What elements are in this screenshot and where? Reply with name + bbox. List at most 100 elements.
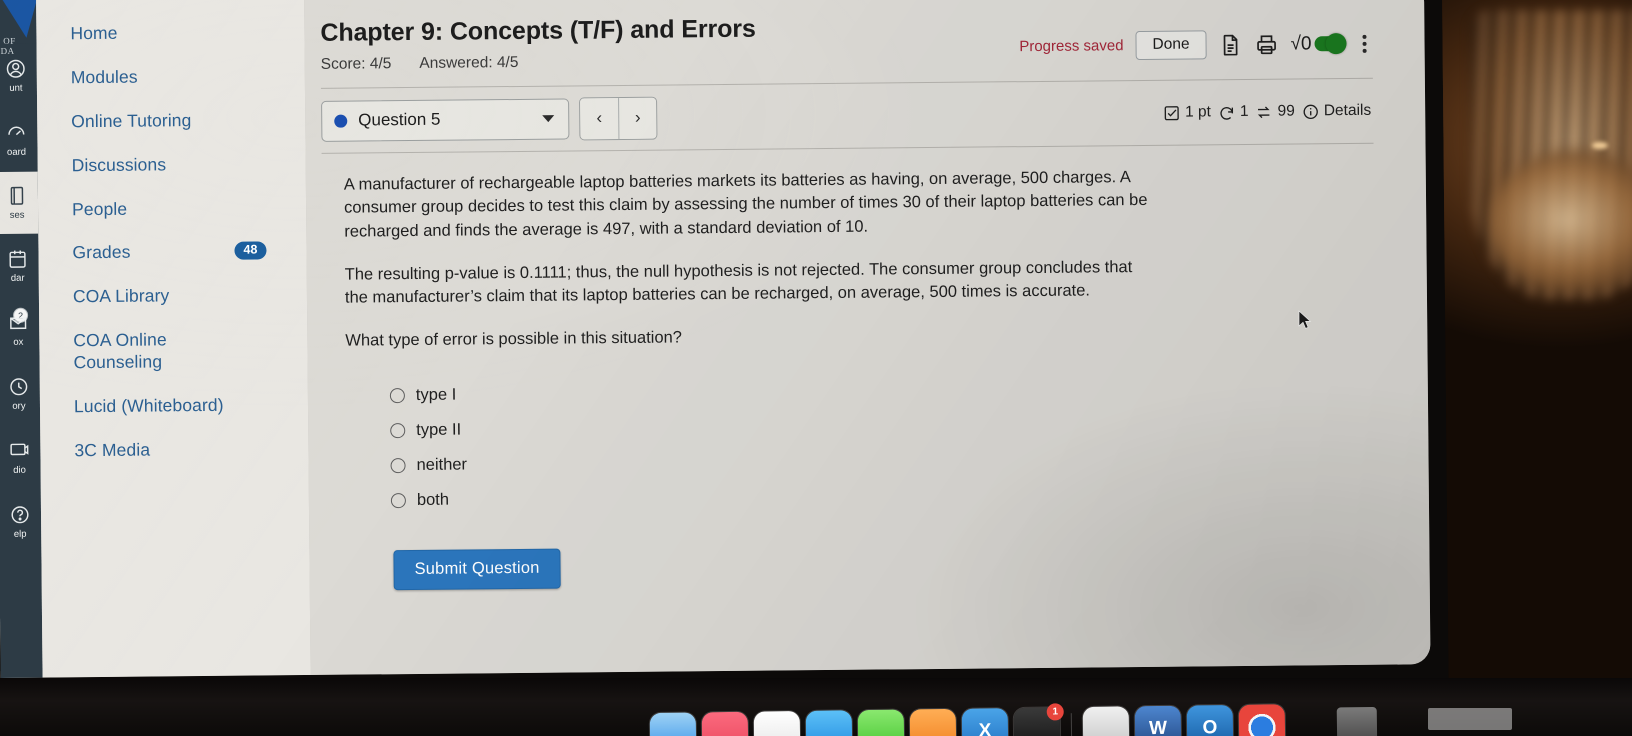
background-light-glint <box>1592 142 1608 149</box>
more-options-button[interactable] <box>1356 32 1372 54</box>
course-nav-label-online-tutoring: Online Tutoring <box>71 109 192 132</box>
submit-area: Submit Question <box>393 543 1161 591</box>
browser-viewport: E OF EDA unt oard ses <box>0 0 1431 678</box>
notes-icon[interactable] <box>857 709 905 736</box>
course-nav-item-people[interactable]: People <box>72 197 292 221</box>
dock-badge-count: 1 <box>1046 703 1064 721</box>
macos-dock[interactable]: X 1 W O <box>0 678 1632 736</box>
document-icon <box>1223 34 1238 56</box>
submit-question-button[interactable]: Submit Question <box>393 548 561 591</box>
print-icon-button[interactable] <box>1254 32 1278 56</box>
global-nav-label-account: unt <box>9 82 23 94</box>
radio-button-icon[interactable] <box>390 493 406 509</box>
answer-option-both[interactable]: both <box>390 484 1161 510</box>
camera-icon[interactable] <box>1082 706 1130 736</box>
chrome-icon[interactable] <box>1238 704 1286 736</box>
word-icon[interactable]: W <box>1134 705 1182 736</box>
inbox-icon <box>10 317 27 330</box>
document-icon-button[interactable] <box>1218 33 1242 57</box>
kebab-dot-3 <box>1362 48 1367 53</box>
course-nav-item-modules[interactable]: Modules <box>71 65 291 89</box>
swap-arrows-icon <box>1258 106 1270 118</box>
compass-icon[interactable]: 1 <box>1013 703 1064 736</box>
attempts-value: 1 <box>1239 103 1249 121</box>
course-nav-item-coa-library[interactable]: COA Library <box>73 284 293 308</box>
details-group[interactable]: Details <box>1302 102 1372 121</box>
course-navigation: Home Modules Online Tutoring Discussions… <box>36 0 311 678</box>
global-nav-item-calendar[interactable]: dar <box>0 234 39 298</box>
radio-button-icon[interactable] <box>390 423 406 439</box>
dock-separator <box>1070 713 1073 736</box>
account-icon <box>6 59 25 78</box>
course-nav-item-lucid-whiteboard[interactable]: Lucid (Whiteboard) <box>74 394 294 418</box>
global-nav-label-studio: dio <box>13 464 26 476</box>
info-icon <box>1303 104 1318 119</box>
global-nav-item-history[interactable]: ory <box>0 362 40 426</box>
course-nav-label-lucid-whiteboard: Lucid (Whiteboard) <box>73 394 224 417</box>
global-nav-label-courses: ses <box>9 209 25 221</box>
history-icon <box>10 378 28 396</box>
institution-logo[interactable]: E OF EDA <box>0 0 39 56</box>
global-nav-item-courses[interactable]: ses <box>0 171 39 234</box>
quiz-answered: Answered: 4/5 <box>419 53 519 72</box>
previous-question-button[interactable]: ‹ <box>580 97 619 140</box>
course-nav-label-grades: Grades <box>72 242 131 263</box>
question-select[interactable]: Question 5 <box>321 98 570 142</box>
course-nav-item-home[interactable]: Home <box>70 21 290 45</box>
next-question-button[interactable]: › <box>618 97 657 139</box>
retries-value: 99 <box>1277 102 1295 120</box>
math-equation-toggle[interactable]: √0 <box>1290 33 1347 55</box>
course-nav-label-coa-library: COA Library <box>72 285 170 307</box>
toggle-switch[interactable] <box>1314 33 1347 55</box>
music-icon[interactable] <box>701 711 749 736</box>
global-nav-label-history: ory <box>12 400 26 412</box>
answer-option-type-i[interactable]: type I <box>389 379 1160 405</box>
printer-icon <box>1257 34 1276 54</box>
undo-arrow-icon <box>1220 106 1233 120</box>
messages-icon[interactable] <box>805 710 853 736</box>
quiz-meta: Score: 4/5 Answered: 4/5 <box>321 51 756 73</box>
done-button[interactable]: Done <box>1135 30 1207 61</box>
course-nav-item-grades[interactable]: Grades 48 <box>72 241 292 265</box>
radio-button-icon[interactable] <box>390 458 406 474</box>
course-nav-item-coa-online-counseling[interactable]: COA Online Counseling <box>73 329 233 374</box>
global-nav-item-dashboard[interactable]: oard <box>0 108 38 172</box>
trash-icon[interactable] <box>1336 706 1378 736</box>
outlook-icon[interactable]: O <box>1186 704 1234 736</box>
radio-button-icon[interactable] <box>389 388 405 404</box>
course-nav-item-discussions[interactable]: Discussions <box>72 153 292 177</box>
page-title: Chapter 9: Concepts (T/F) and Errors <box>320 14 756 47</box>
global-nav-item-inbox[interactable]: 2 ox <box>0 298 40 362</box>
course-nav-label-people: People <box>71 198 128 219</box>
global-nav-item-help[interactable]: elp <box>0 490 41 554</box>
course-nav-label-modules: Modules <box>70 66 138 88</box>
answer-option-type-ii[interactable]: type II <box>390 414 1160 440</box>
checkbox-check-icon <box>1164 105 1179 121</box>
answer-label-both: both <box>416 490 450 510</box>
logo-triangle-icon <box>0 0 39 38</box>
course-nav-label-home: Home <box>70 22 118 44</box>
answer-label-type-ii: type II <box>416 420 462 440</box>
question-select-value: Question 5 <box>358 109 441 130</box>
course-nav-item-online-tutoring[interactable]: Online Tutoring <box>71 109 291 133</box>
global-nav-label-calendar: dar <box>10 272 25 284</box>
finder-icon[interactable] <box>649 712 697 736</box>
global-nav-item-account[interactable]: unt <box>0 44 37 108</box>
photos-icon[interactable] <box>753 710 801 736</box>
global-nav-label-dashboard: oard <box>6 146 27 158</box>
quiz-score: Score: 4/5 <box>320 54 392 73</box>
course-nav-label-3c-media: 3C Media <box>74 439 151 460</box>
courses-icon <box>10 186 24 205</box>
laptop-screen: E OF EDA unt oard ses <box>0 0 1449 698</box>
quiz-content-area: Chapter 9: Concepts (T/F) and Errors Sco… <box>304 0 1431 675</box>
global-nav-item-studio[interactable]: dio <box>0 426 41 490</box>
safari-icon[interactable] <box>909 708 957 736</box>
answer-option-neither[interactable]: neither <box>390 449 1160 475</box>
question-paragraph-1: A manufacturer of rechargeable laptop ba… <box>343 167 1148 241</box>
quiz-header-left: Chapter 9: Concepts (T/F) and Errors Sco… <box>320 15 756 74</box>
grades-count-badge: 48 <box>234 241 267 260</box>
xcode-icon[interactable]: X <box>961 708 1009 736</box>
question-status-dot <box>334 114 348 128</box>
course-nav-item-3c-media[interactable]: 3C Media <box>74 438 294 462</box>
progress-saved-status: Progress saved <box>1019 37 1124 56</box>
